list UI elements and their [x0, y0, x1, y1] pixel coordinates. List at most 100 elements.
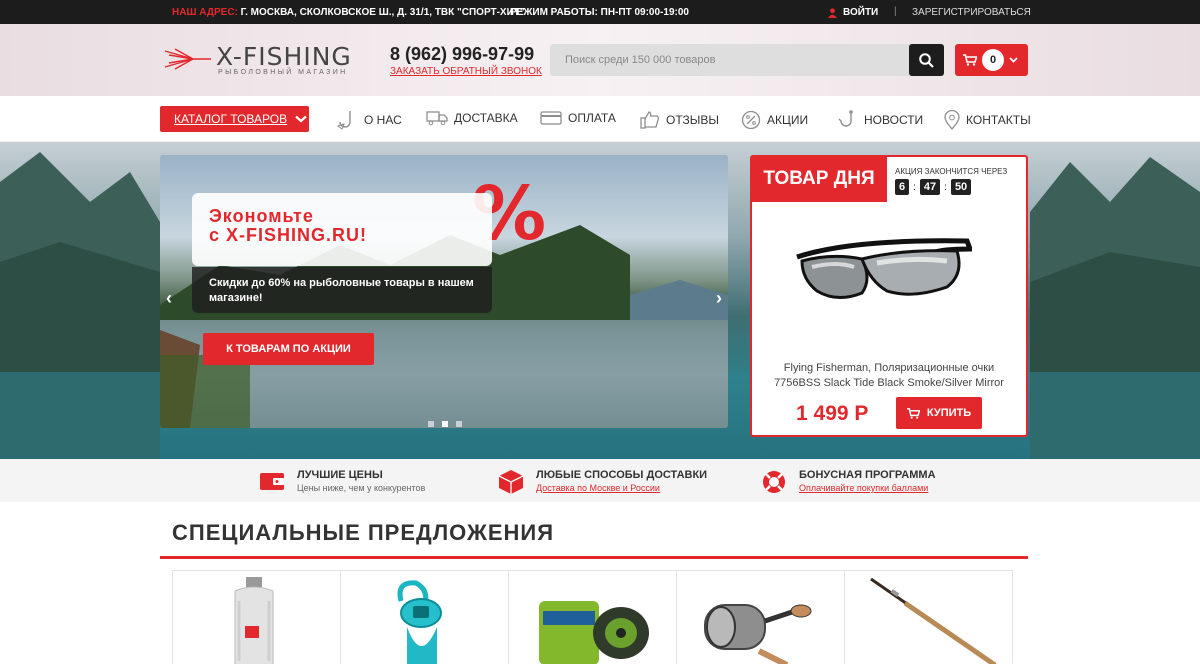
truck-icon — [426, 111, 448, 126]
timer-separator: : — [944, 181, 947, 193]
search-placeholder: Поиск среди 150 000 товаров — [565, 54, 716, 66]
slider-dots — [428, 421, 462, 427]
deal-timer: 6 : 47 : 50 — [895, 179, 972, 195]
slider-next-button[interactable]: › — [716, 288, 722, 309]
section-title: СПЕЦИАЛЬНЫЕ ПРЕДЛОЖЕНИЯ — [172, 520, 555, 545]
benefit-title: БОНУСНАЯ ПРОГРАММА — [799, 469, 936, 481]
phone-number[interactable]: 8 (962) 996-97-99 — [390, 44, 534, 65]
timer-seconds: 50 — [950, 179, 972, 195]
product-card[interactable] — [676, 570, 845, 664]
fishing-rod-image — [870, 577, 997, 664]
store-address: НАШ АДРЕС: Г. МОСКВА, СКОЛКОВСКОЕ Ш., Д.… — [172, 7, 525, 18]
address-label: НАШ АДРЕС: — [172, 7, 238, 18]
benefit-link[interactable]: Оплачивайте покупки баллами — [799, 483, 936, 493]
slide-headline-box: Экономьте с X-FISHING.RU! — [192, 193, 492, 266]
deal-of-the-day: ТОВАР ДНЯ АКЦИЯ ЗАКОНЧИТСЯ ЧЕРЕЗ 6 : 47 … — [750, 155, 1028, 437]
card-icon — [540, 111, 562, 125]
slider-dot[interactable] — [442, 421, 448, 427]
nav-item-label: ОТЗЫВЫ — [666, 113, 720, 127]
nav-item-label: НОВОСТИ — [864, 113, 924, 127]
slider-prev-button[interactable]: ‹ — [166, 288, 172, 309]
search-input[interactable]: Поиск среди 150 000 товаров — [550, 44, 944, 76]
nav-item-payment[interactable]: ОПЛАТА — [540, 110, 616, 126]
slider-dot[interactable] — [428, 421, 434, 427]
callback-link[interactable]: ЗАКАЗАТЬ ОБРАТНЫЙ ЗВОНОК — [390, 66, 542, 77]
buy-label: КУПИТЬ — [926, 407, 972, 419]
product-card[interactable] — [508, 570, 677, 664]
slide-headline: Экономьте с X-FISHING.RU! — [209, 206, 368, 245]
benefit-delivery: ЛЮБЫЕ СПОСОБЫ ДОСТАВКИ Доставка по Москв… — [497, 469, 707, 495]
catalog-label: КАТАЛОГ ТОВАРОВ — [174, 112, 288, 126]
nav-item-about[interactable]: О НАС — [336, 110, 402, 130]
nav-item-promotions[interactable]: АКЦИИ — [741, 110, 808, 130]
hydration-pack-image — [397, 580, 442, 664]
deal-price: 1 499 Р — [796, 402, 869, 425]
hook-icon — [838, 110, 853, 127]
user-icon — [828, 7, 837, 18]
logo-wings-icon — [164, 48, 211, 70]
promo-slider[interactable]: % Экономьте с X-FISHING.RU! Скидки до 60%… — [160, 155, 728, 428]
topbar-separator: | — [894, 6, 897, 17]
top-bar: НАШ АДРЕС: Г. МОСКВА, СКОЛКОВСКОЕ Ш., Д.… — [0, 0, 1200, 24]
fish-hook-icon — [336, 111, 351, 130]
benefits-bar: ЛУЧШИЕ ЦЕНЫ Цены ниже, чем у конкурентов… — [0, 459, 1200, 502]
chevron-down-icon — [295, 115, 307, 123]
nav-item-label: ОПЛАТА — [568, 111, 616, 125]
buy-button[interactable]: КУПИТЬ — [896, 397, 982, 429]
nav-item-reviews[interactable]: ОТЗЫВЫ — [640, 110, 719, 130]
product-card[interactable] — [844, 570, 1013, 664]
slide-subtext-box: Скидки до 60% на рыболовные товары в наш… — [192, 267, 492, 313]
logo-name: X-FISHING — [216, 42, 352, 71]
working-hours: РЕЖИМ РАБОТЫ: ПН-ПТ 09:00-19:00 — [510, 7, 689, 18]
percent-icon — [741, 110, 761, 130]
nav-item-delivery[interactable]: ДОСТАВКА — [426, 110, 518, 126]
site-logo[interactable]: X-FISHING рыболовный магазин — [163, 42, 351, 82]
lifebuoy-icon — [763, 471, 785, 493]
benefit-link[interactable]: Доставка по Москве и России — [536, 483, 707, 493]
nav-item-label: О НАС — [364, 113, 402, 127]
nav-item-label: АКЦИИ — [767, 113, 809, 127]
cart-count: 0 — [982, 49, 1004, 71]
wallet-icon — [260, 473, 284, 490]
logo-tagline: рыболовный магазин — [218, 69, 348, 76]
nav-item-label: КОНТАКТЫ — [966, 113, 1031, 127]
header: X-FISHING рыболовный магазин 8 (962) 996… — [0, 24, 1200, 96]
benefit-best-prices: ЛУЧШИЕ ЦЕНЫ Цены ниже, чем у конкурентов — [258, 469, 425, 493]
search-button[interactable] — [909, 44, 944, 76]
cart-icon — [963, 54, 977, 66]
benefit-title: ЛЮБЫЕ СПОСОБЫ ДОСТАВКИ — [536, 469, 708, 481]
sunglasses-image[interactable] — [792, 229, 972, 309]
login-link[interactable]: ВОЙТИ — [828, 7, 878, 18]
fishing-line-image — [539, 601, 649, 664]
deal-product-name[interactable]: Flying Fisherman, Поляризационные очки 7… — [762, 361, 1016, 391]
promo-products-button[interactable]: К ТОВАРАМ ПО АКЦИИ — [203, 333, 374, 365]
address-text: Г. МОСКВА, СКОЛКОВСКОЕ Ш., Д. 31/1, ТВК … — [240, 7, 525, 18]
cart-icon — [906, 407, 920, 419]
catalog-button[interactable]: КАТАЛОГ ТОВАРОВ — [160, 106, 309, 132]
baitcast-reel-image — [704, 604, 812, 664]
slider-dot[interactable] — [456, 421, 462, 427]
nav-item-news[interactable]: НОВОСТИ — [836, 110, 923, 130]
nav-item-contacts[interactable]: КОНТАКТЫ — [944, 110, 1031, 130]
timer-hours: 6 — [895, 179, 910, 195]
water-filter-image — [234, 577, 274, 664]
box-icon — [498, 470, 524, 494]
register-link[interactable]: ЗАРЕГИСТРИРОВАТЬСЯ — [912, 7, 1031, 18]
hero-banner: % Экономьте с X-FISHING.RU! Скидки до 60%… — [0, 142, 1200, 459]
deal-badge: ТОВАР ДНЯ — [751, 156, 887, 202]
slide-subtext: Скидки до 60% на рыболовные товары в наш… — [209, 277, 474, 304]
timer-separator: : — [913, 181, 916, 193]
product-card[interactable] — [172, 570, 341, 664]
benefit-title: ЛУЧШИЕ ЦЕНЫ — [297, 469, 383, 481]
benefit-bonus: БОНУСНАЯ ПРОГРАММА Оплачивайте покупки б… — [760, 469, 936, 495]
deal-ends-label: АКЦИЯ ЗАКОНЧИТСЯ ЧЕРЕЗ — [895, 167, 1008, 176]
section-divider — [160, 556, 1028, 559]
login-label: ВОЙТИ — [843, 7, 879, 18]
map-pin-icon — [944, 110, 960, 130]
product-card[interactable] — [340, 570, 509, 664]
product-carousel — [172, 570, 1015, 664]
thumbs-up-icon — [640, 111, 659, 129]
timer-minutes: 47 — [919, 179, 941, 195]
cart-button[interactable]: 0 — [955, 44, 1028, 76]
search-icon — [919, 52, 934, 68]
